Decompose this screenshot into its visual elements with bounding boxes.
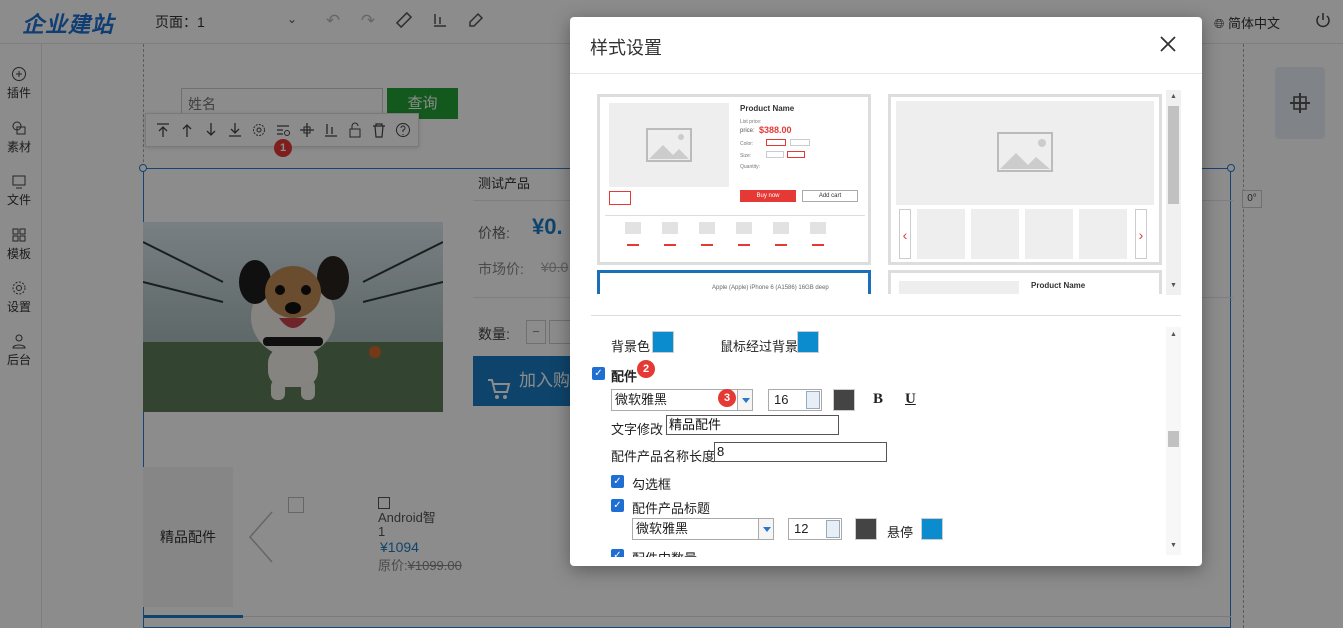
bg-color-swatch[interactable] — [652, 331, 674, 353]
template-price-label: price: — [740, 128, 755, 134]
stepper-arrows-icon[interactable] — [826, 520, 840, 538]
title-font-select[interactable]: 微软雅黑 — [632, 518, 774, 540]
text-edit-label: 文字修改 — [611, 422, 664, 437]
template-thumb — [609, 191, 631, 205]
bold-toggle[interactable]: B — [873, 391, 883, 408]
scroll-up-icon[interactable]: ▲ — [1170, 93, 1177, 100]
accessory-checkbox[interactable]: ✓ — [592, 367, 605, 380]
template-buy-button: Buy now — [740, 190, 796, 202]
accessory-qty-checkbox[interactable]: ✓ — [611, 549, 624, 557]
font-color-swatch[interactable] — [833, 389, 855, 411]
template-size-label: Size: — [740, 153, 752, 159]
accessory-title-label: 配件产品标题 — [632, 501, 711, 516]
template-size-option — [766, 151, 784, 158]
image-placeholder — [896, 101, 1154, 205]
accessory-qty-label: 配件中数量 — [632, 548, 697, 557]
scroll-up-icon[interactable]: ▲ — [1170, 331, 1177, 338]
chevron-down-icon — [737, 390, 752, 410]
template-option-3[interactable]: Apple (Apple) iPhone 6 (A1586) 16GB deep — [597, 270, 871, 294]
hover-bg-swatch[interactable] — [797, 331, 819, 353]
font-size-stepper[interactable]: 16 — [768, 389, 822, 411]
font-size-value: 16 — [774, 392, 789, 407]
dialog-separator — [570, 73, 1202, 74]
chevron-down-icon — [758, 519, 773, 539]
hover-label: 悬停 — [887, 525, 914, 540]
bg-color-label: 背景色 — [611, 339, 651, 354]
template-color-option — [790, 139, 810, 146]
step-badge: 3 — [718, 389, 736, 407]
name-length-label: 配件产品名称长度 — [611, 449, 716, 464]
scrollbar-thumb[interactable] — [1168, 106, 1179, 204]
template-color-option — [766, 139, 786, 146]
title-font-size-value: 12 — [794, 521, 809, 536]
settings-panel: 背景色 鼠标经过背景 ✓ 配件 2 微软雅黑 3 16 B U 文字修改 精品配… — [592, 322, 1182, 557]
template-thumb — [1025, 209, 1073, 259]
template-thumb — [917, 209, 965, 259]
template-thumb — [1079, 209, 1127, 259]
hover-bg-label: 鼠标经过背景 — [720, 339, 799, 354]
template-price: $388.00 — [759, 125, 792, 135]
style-settings-dialog: 样式设置 Product Name List price: price: $38… — [570, 17, 1202, 566]
scroll-down-icon[interactable]: ▼ — [1170, 282, 1177, 289]
accessory-title-checkbox[interactable]: ✓ — [611, 499, 624, 512]
template-scrollbar[interactable]: ▲ ▼ — [1166, 90, 1181, 295]
font-select-value: 微软雅黑 — [615, 392, 668, 407]
section-separator — [591, 315, 1181, 316]
image-icon — [997, 132, 1053, 172]
name-length-input[interactable]: 8 — [714, 442, 887, 462]
template-option-1[interactable]: Product Name List price: price: $388.00 … — [597, 94, 871, 265]
image-icon — [646, 128, 692, 162]
image-placeholder — [899, 281, 1019, 294]
template-color-label: Color: — [740, 141, 754, 147]
template-option-4[interactable]: Product Name — [888, 270, 1162, 294]
chevron-right-icon: › — [1135, 209, 1147, 259]
chevron-left-icon: ‹ — [899, 209, 911, 259]
stepper-arrows-icon[interactable] — [806, 391, 820, 409]
title-color-swatch[interactable] — [855, 518, 877, 540]
template-caption: Apple (Apple) iPhone 6 (A1586) 16GB deep — [712, 285, 829, 291]
title-font-size-stepper[interactable]: 12 — [788, 518, 842, 540]
template-thumb — [971, 209, 1019, 259]
scrollbar-thumb[interactable] — [1168, 431, 1179, 447]
step-badge: 2 — [637, 360, 655, 378]
hover-color-swatch[interactable] — [921, 518, 943, 540]
underline-toggle[interactable]: U — [905, 391, 916, 408]
template-accessory-strip — [605, 215, 865, 260]
template-product-name: Product Name — [740, 104, 795, 113]
template-option-2[interactable]: ‹ › — [888, 94, 1162, 265]
template-cart-button: Add cart — [802, 190, 858, 202]
accessory-label: 配件 — [611, 369, 638, 384]
text-edit-input[interactable]: 精品配件 — [666, 415, 839, 435]
title-font-value: 微软雅黑 — [636, 521, 689, 536]
checkbox-label: 勾选框 — [632, 477, 672, 492]
template-product-name: Product Name — [1031, 281, 1086, 290]
close-icon[interactable] — [1158, 34, 1178, 54]
settings-scrollbar[interactable]: ▲ ▼ — [1166, 327, 1181, 555]
dialog-title: 样式设置 — [590, 38, 662, 58]
template-size-option — [787, 151, 805, 158]
image-placeholder — [609, 103, 729, 187]
template-qty-label: Quantity: — [740, 164, 761, 170]
template-gallery: Product Name List price: price: $388.00 … — [597, 94, 1163, 294]
checkbox-toggle[interactable]: ✓ — [611, 475, 624, 488]
scroll-down-icon[interactable]: ▼ — [1170, 542, 1177, 549]
